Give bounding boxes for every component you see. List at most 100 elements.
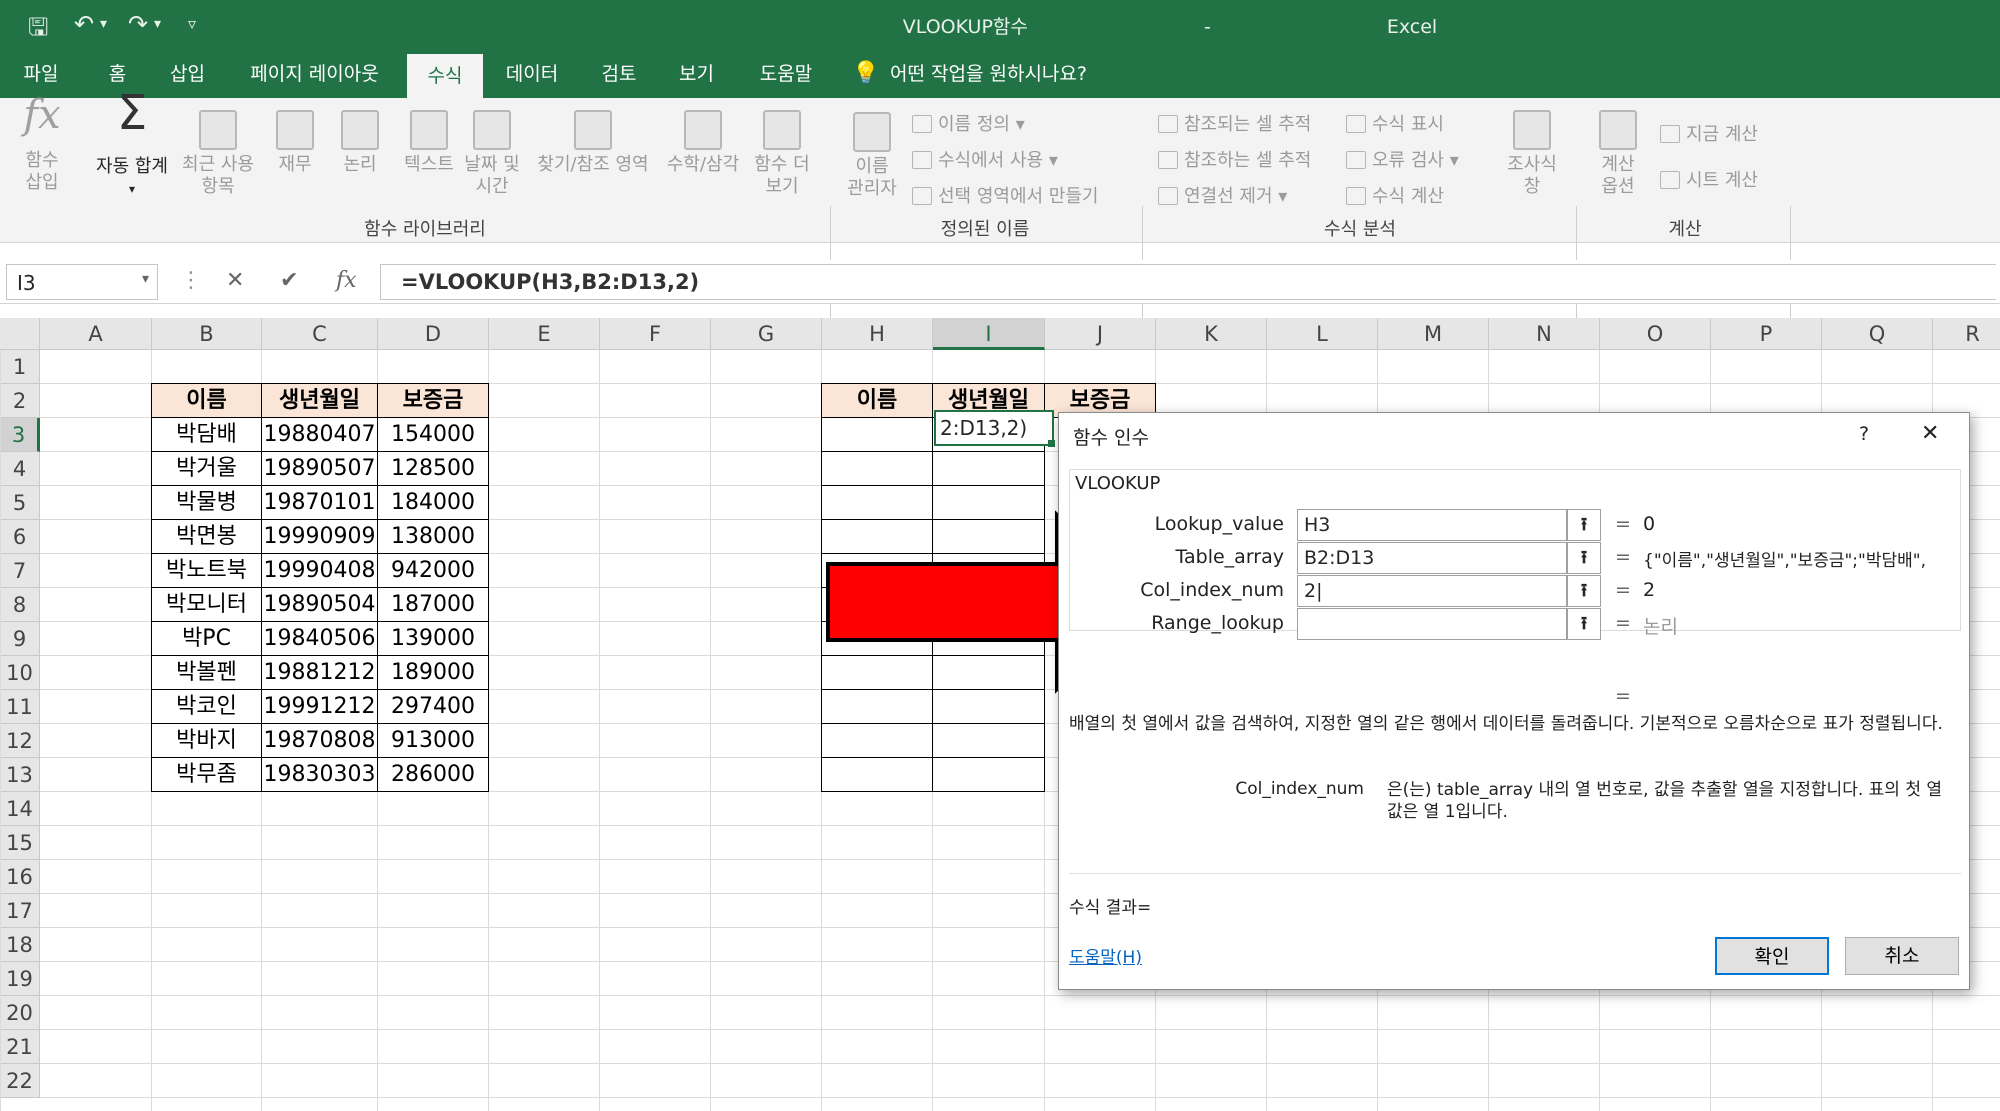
- row-header-9[interactable]: 9: [0, 622, 40, 656]
- collapse-icon[interactable]: ⭱: [1567, 509, 1601, 541]
- row-header-21[interactable]: 21: [0, 1030, 40, 1064]
- use-in-formula-button[interactable]: 수식에서 사용 ▾: [912, 146, 1058, 172]
- table-header-cell[interactable]: 생년월일: [261, 383, 378, 418]
- help-icon[interactable]: ?: [1859, 423, 1869, 445]
- collapse-icon[interactable]: ⭱: [1567, 608, 1601, 640]
- row-header-14[interactable]: 14: [0, 792, 40, 826]
- row-header-19[interactable]: 19: [0, 962, 40, 996]
- lookup-value-input[interactable]: H3: [1297, 509, 1567, 541]
- lookup-cell[interactable]: [932, 723, 1045, 758]
- column-header-J[interactable]: J: [1045, 318, 1156, 350]
- insert-function-icon[interactable]: fx: [336, 268, 357, 293]
- row-header-5[interactable]: 5: [0, 486, 40, 520]
- table-cell[interactable]: 297400: [377, 689, 489, 724]
- tab-view[interactable]: 보기: [664, 50, 729, 98]
- table-cell[interactable]: 19870101: [261, 485, 378, 520]
- more-functions-button[interactable]: 함수 더 보기: [746, 110, 818, 198]
- row-header-1[interactable]: 1: [0, 350, 40, 384]
- table-cell[interactable]: 19870808: [261, 723, 378, 758]
- table-cell[interactable]: 박면봉: [151, 519, 262, 554]
- column-header-C[interactable]: C: [262, 318, 378, 350]
- table-cell[interactable]: 19881212: [261, 655, 378, 690]
- row-header-6[interactable]: 6: [0, 520, 40, 554]
- column-header-M[interactable]: M: [1378, 318, 1489, 350]
- row-header-11[interactable]: 11: [0, 690, 40, 724]
- enter-icon[interactable]: ✔: [280, 268, 298, 293]
- row-header-18[interactable]: 18: [0, 928, 40, 962]
- table-cell[interactable]: 19840506: [261, 621, 378, 656]
- ok-button[interactable]: 확인: [1715, 937, 1829, 975]
- create-from-selection-button[interactable]: 선택 영역에서 만들기: [912, 182, 1098, 208]
- lookup-reference-button[interactable]: 찾기/참조 영역: [528, 110, 658, 176]
- close-icon[interactable]: ✕: [1921, 421, 1939, 446]
- table-cell[interactable]: 187000: [377, 587, 489, 622]
- column-header-N[interactable]: N: [1489, 318, 1600, 350]
- table-cell[interactable]: 19880407: [261, 417, 378, 452]
- table-header-cell[interactable]: 보증금: [377, 383, 489, 418]
- select-all-corner[interactable]: [0, 318, 40, 350]
- table-cell[interactable]: 19890507: [261, 451, 378, 486]
- show-formulas-button[interactable]: 수식 표시: [1346, 110, 1444, 136]
- table-cell[interactable]: 박노트북: [151, 553, 262, 588]
- table-cell[interactable]: 19830303: [261, 757, 378, 792]
- table-cell[interactable]: 128500: [377, 451, 489, 486]
- column-header-P[interactable]: P: [1711, 318, 1822, 350]
- lookup-cell[interactable]: [821, 451, 933, 486]
- column-header-R[interactable]: R: [1933, 318, 2000, 350]
- row-header-10[interactable]: 10: [0, 656, 40, 690]
- error-checking-button[interactable]: 오류 검사 ▾: [1346, 146, 1459, 172]
- lookup-cell[interactable]: [932, 757, 1045, 792]
- trace-dependents-button[interactable]: 참조하는 셀 추적: [1158, 146, 1311, 172]
- financial-button[interactable]: 재무: [268, 110, 322, 176]
- active-cell-I3[interactable]: 2:D13,2): [934, 410, 1054, 446]
- lookup-cell[interactable]: [821, 723, 933, 758]
- table-cell[interactable]: 박거울: [151, 451, 262, 486]
- recently-used-button[interactable]: 최근 사용 항목: [178, 110, 258, 198]
- table-cell[interactable]: 박물병: [151, 485, 262, 520]
- row-header-16[interactable]: 16: [0, 860, 40, 894]
- table-header-cell[interactable]: 이름: [151, 383, 262, 418]
- column-header-O[interactable]: O: [1600, 318, 1711, 350]
- table-cell[interactable]: 박담배: [151, 417, 262, 452]
- name-box[interactable]: I3 ▾: [6, 264, 158, 300]
- lookup-header-cell[interactable]: 이름: [821, 383, 933, 418]
- row-header-12[interactable]: 12: [0, 724, 40, 758]
- lookup-cell[interactable]: [932, 451, 1045, 486]
- trace-precedents-button[interactable]: 참조되는 셀 추적: [1158, 110, 1311, 136]
- datetime-button[interactable]: 날짜 및 시간: [456, 110, 528, 198]
- help-link[interactable]: 도움말(H): [1069, 943, 1142, 968]
- evaluate-formula-button[interactable]: 수식 계산: [1346, 182, 1444, 208]
- table-cell[interactable]: 184000: [377, 485, 489, 520]
- lookup-cell[interactable]: [821, 757, 933, 792]
- column-header-Q[interactable]: Q: [1822, 318, 1933, 350]
- table-cell[interactable]: 189000: [377, 655, 489, 690]
- tab-file[interactable]: 파일: [10, 50, 72, 98]
- row-header-7[interactable]: 7: [0, 554, 40, 588]
- table-cell[interactable]: 박PC: [151, 621, 262, 656]
- table-cell[interactable]: 19991212: [261, 689, 378, 724]
- calculate-now-button[interactable]: 지금 계산: [1660, 120, 1758, 146]
- table-cell[interactable]: 942000: [377, 553, 489, 588]
- column-header-L[interactable]: L: [1267, 318, 1378, 350]
- chevron-down-icon[interactable]: ▾: [142, 271, 149, 287]
- range-lookup-input[interactable]: [1297, 608, 1567, 640]
- tab-page-layout[interactable]: 페이지 레이아웃: [232, 50, 397, 98]
- table-cell[interactable]: 박볼펜: [151, 655, 262, 690]
- table-cell[interactable]: 286000: [377, 757, 489, 792]
- formula-input[interactable]: =VLOOKUP(H3,B2:D13,2): [380, 264, 1996, 300]
- collapse-icon[interactable]: ⭱: [1567, 575, 1601, 607]
- calculate-sheet-button[interactable]: 시트 계산: [1660, 166, 1758, 192]
- collapse-icon[interactable]: ⭱: [1567, 542, 1601, 574]
- column-header-H[interactable]: H: [822, 318, 933, 350]
- tell-me-search[interactable]: 어떤 작업을 원하시나요?: [890, 50, 1120, 98]
- table-cell[interactable]: 154000: [377, 417, 489, 452]
- table-cell[interactable]: 박무좀: [151, 757, 262, 792]
- row-header-22[interactable]: 22: [0, 1064, 40, 1098]
- column-header-A[interactable]: A: [40, 318, 152, 350]
- table-cell[interactable]: 19890504: [261, 587, 378, 622]
- tab-formulas[interactable]: 수식: [407, 54, 483, 98]
- autosum-button[interactable]: Σ 자동 합계 ▾: [84, 89, 180, 200]
- table-array-input[interactable]: B2:D13: [1297, 542, 1567, 574]
- cancel-button[interactable]: 취소: [1845, 937, 1959, 975]
- insert-function-button[interactable]: fx 함수 삽입: [12, 95, 72, 194]
